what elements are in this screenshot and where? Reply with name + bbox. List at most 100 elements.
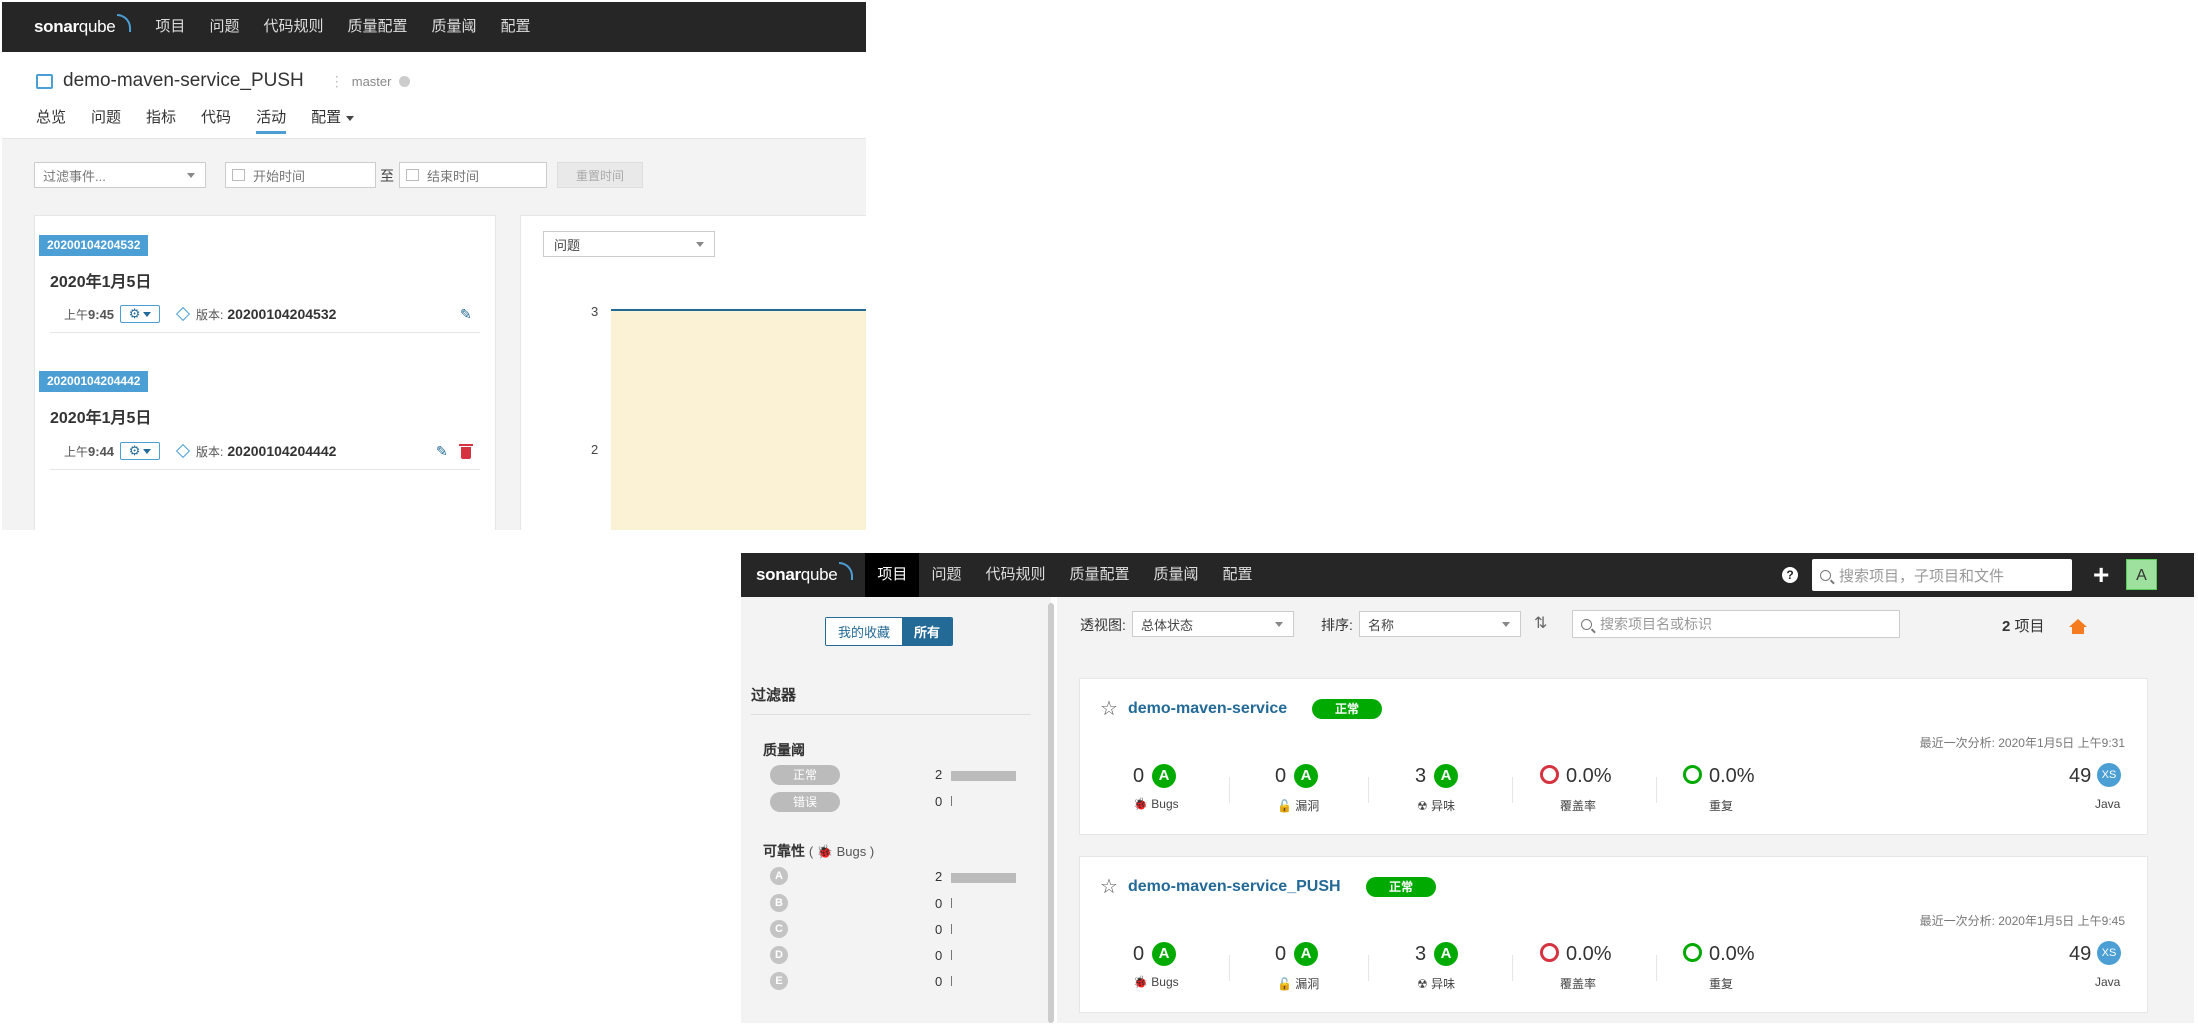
nav-rules[interactable]: 代码规则 [973, 553, 1057, 597]
nav-administration[interactable]: 配置 [489, 2, 543, 52]
nav-issues[interactable]: 问题 [919, 553, 973, 597]
sidebar-scrollbar[interactable] [1048, 603, 1054, 1023]
divider [1656, 777, 1657, 803]
version-badge: 20200104204532 [39, 235, 149, 256]
tab-code[interactable]: 代码 [201, 106, 231, 134]
nav-projects[interactable]: 项目 [143, 2, 197, 52]
nav-quality-gates[interactable]: 质量阈 [419, 2, 488, 52]
facet-ok-pill[interactable]: 正常 [770, 765, 840, 785]
tab-measures[interactable]: 指标 [146, 106, 176, 134]
nav-quality-profiles[interactable]: 质量配置 [1057, 553, 1141, 597]
version-number: 20200104204532 [227, 306, 337, 322]
project-name-link[interactable]: demo-maven-service_PUSH [1128, 878, 1341, 896]
code-smells-value[interactable]: 3 [1415, 765, 1426, 788]
event-filter-select[interactable]: 过滤事件... [34, 162, 206, 188]
bugs-value[interactable]: 0 [1133, 765, 1144, 788]
delete-trash-icon[interactable] [459, 444, 473, 459]
sort-select[interactable]: 名称 [1359, 611, 1521, 637]
activity-content: 过滤事件... 开始时间 至 结束时间 重置时间 20200104204532 … [2, 139, 866, 530]
star-icon[interactable]: ☆ [1100, 874, 1118, 899]
version-diamond-icon [175, 443, 191, 459]
edit-pencil-icon[interactable]: ✎ [436, 443, 448, 460]
version-diamond-icon [175, 306, 191, 322]
event-actions-button[interactable]: ⚙ [120, 305, 161, 323]
facet-error-pill[interactable]: 错误 [770, 792, 840, 812]
nav-quality-gates[interactable]: 质量阈 [1141, 553, 1210, 597]
code-smells-label: ☢ 异味 [1417, 797, 1455, 814]
help-icon[interactable]: ? [1782, 567, 1798, 583]
version-label: 版本: [196, 444, 224, 459]
version-label: 版本: [196, 307, 224, 322]
lines-of-code-value[interactable]: 49 [2069, 943, 2091, 966]
branch-indicator[interactable]: ⋮ master [330, 73, 411, 90]
facet-count: 0 [935, 922, 943, 937]
home-icon[interactable] [2069, 619, 2087, 634]
divider [1368, 955, 1369, 981]
events-card: 20200104204532 2020年1月5日 上午9:45 ⚙ 版本: 20… [34, 215, 496, 530]
duplication-value[interactable]: 0.0% [1709, 765, 1755, 788]
rating-e-letter[interactable]: E [770, 972, 788, 990]
duplication-value[interactable]: 0.0% [1709, 943, 1755, 966]
nav-quality-profiles[interactable]: 质量配置 [335, 2, 419, 52]
project-search-input[interactable]: 搜索项目名或标识 [1572, 610, 1900, 638]
logo-text-qube: qube [800, 565, 838, 584]
code-smells-value[interactable]: 3 [1415, 943, 1426, 966]
edit-pencil-icon[interactable]: ✎ [460, 306, 472, 323]
caret-down-icon [143, 448, 152, 454]
vulnerabilities-value[interactable]: 0 [1275, 765, 1286, 788]
plus-icon[interactable]: + [2093, 561, 2109, 589]
project-title[interactable]: demo-maven-service_PUSH [63, 70, 304, 92]
rating-b-letter[interactable]: B [770, 894, 788, 912]
rating-c-letter[interactable]: C [770, 920, 788, 938]
lines-of-code-value[interactable]: 49 [2069, 765, 2091, 788]
global-search-input[interactable]: 搜索项目，子项目和文件 [1812, 559, 2072, 591]
start-date-input[interactable]: 开始时间 [225, 162, 376, 188]
reset-dates-button[interactable]: 重置时间 [557, 162, 643, 188]
divider [1229, 777, 1230, 803]
star-icon[interactable]: ☆ [1100, 696, 1118, 721]
help-icon[interactable] [399, 75, 411, 87]
tab-administration-label: 配置 [311, 109, 342, 126]
avatar[interactable]: A [2126, 559, 2157, 590]
end-date-input[interactable]: 结束时间 [399, 162, 547, 188]
vulnerabilities-value[interactable]: 0 [1275, 943, 1286, 966]
logo-text-sonar: sonar [34, 17, 79, 36]
calendar-icon [406, 169, 419, 181]
rating-d-letter[interactable]: D [770, 946, 788, 964]
project-card: ☆ demo-maven-service 正常 最近一次分析: 2020年1月5… [1079, 678, 2148, 835]
nav-issues[interactable]: 问题 [197, 2, 251, 52]
y-tick-label: 3 [591, 304, 599, 319]
sort-direction-icon[interactable]: ⇅ [1534, 613, 1547, 633]
sonarqube-logo[interactable]: sonar qube [34, 14, 132, 37]
branch-name: master [351, 73, 392, 89]
rating-a-letter[interactable]: A [770, 867, 788, 885]
project-name-link[interactable]: demo-maven-service [1128, 700, 1287, 718]
favorites-toggle-button[interactable]: 我的收藏 [826, 618, 903, 645]
activity-panel: sonar qube 项目 问题 代码规则 质量配置 质量阈 配置 demo-ma… [2, 2, 866, 530]
bugs-value[interactable]: 0 [1133, 943, 1144, 966]
perspective-select[interactable]: 总体状态 [1132, 611, 1294, 637]
event-actions-button[interactable]: ⚙ [120, 442, 161, 460]
coverage-value[interactable]: 0.0% [1566, 943, 1612, 966]
graph-type-select[interactable]: 问题 [543, 231, 715, 257]
tab-activity[interactable]: 活动 [256, 106, 287, 134]
time-value: 9:44 [88, 443, 115, 459]
divider [1368, 777, 1369, 803]
tab-administration[interactable]: 配置 [311, 106, 355, 134]
nav-projects[interactable]: 项目 [865, 553, 920, 597]
divider [1512, 955, 1513, 981]
tab-issues[interactable]: 问题 [91, 106, 121, 134]
vulnerabilities-label-text: 漏洞 [1295, 799, 1320, 813]
gear-icon: ⚙ [128, 443, 141, 458]
coverage-value[interactable]: 0.0% [1566, 765, 1612, 788]
sonarqube-logo[interactable]: sonar qube [756, 562, 854, 585]
project-tabs: 总览 问题 指标 代码 活动 配置 [2, 92, 866, 134]
tab-overview[interactable]: 总览 [36, 106, 66, 134]
nav-rules[interactable]: 代码规则 [251, 2, 335, 52]
projects-count-number: 2 [2002, 618, 2011, 635]
nav-administration[interactable]: 配置 [1211, 553, 1265, 597]
search-icon [1581, 618, 1592, 630]
time-value: 9:45 [88, 306, 115, 322]
all-toggle-button[interactable]: 所有 [902, 618, 953, 645]
divider [751, 714, 1031, 715]
